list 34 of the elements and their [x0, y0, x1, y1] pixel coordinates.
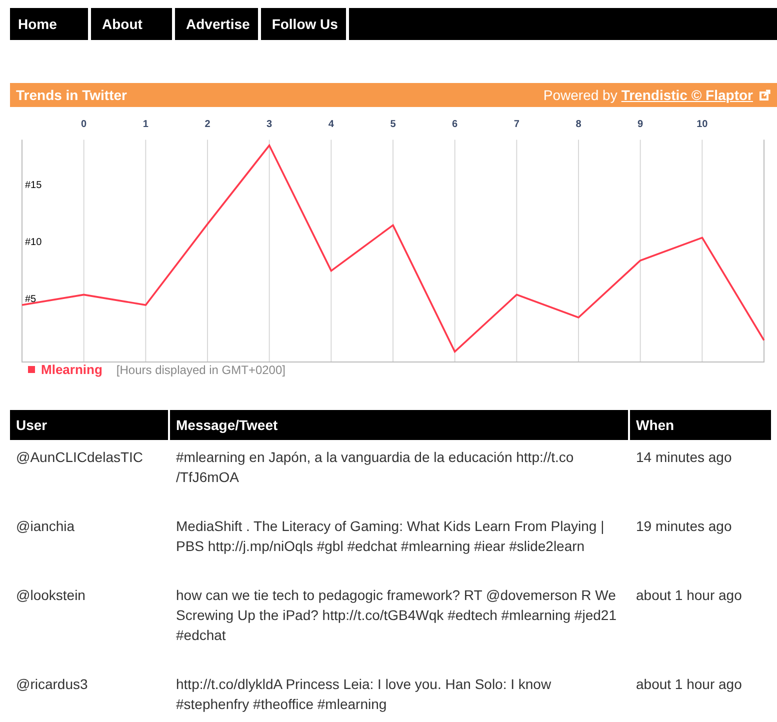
user-handle: @ianchia	[16, 518, 75, 534]
x-tick-label: 5	[390, 119, 396, 130]
column-header: Message/Tweet	[170, 410, 628, 440]
tweet-time: about 1 hour ago	[636, 676, 742, 692]
tweet-time: 19 minutes ago	[636, 518, 732, 534]
x-tick-label: 4	[328, 119, 334, 130]
x-tick-label: 10	[696, 119, 708, 130]
x-tick-label: 3	[266, 119, 272, 130]
user-handle: @AunCLICdelasTIC	[16, 449, 144, 465]
user-handle: @ricardus3	[16, 676, 88, 692]
user-handle: @lookstein	[16, 587, 86, 603]
tweet-text: http://t.co/dlykldA Princess Leia: I love you. Han Solo: I know #stephenfry #theoffice #mlearning	[176, 676, 552, 712]
x-tick-label: 2	[204, 119, 210, 130]
tweet-text: MediaShift . The Literacy of Gaming: What Kids Learn From Playing | PBS http://j.mp/niOqls #gbl #edchat #mlearning #iear #slide2learn	[176, 518, 604, 554]
y-tick-label: #5	[25, 294, 36, 305]
x-tick-label: 1	[142, 119, 148, 130]
y-tick-label: #10	[25, 236, 42, 248]
legend-label: Mlearning	[41, 362, 102, 377]
tweet-text: #mlearning en Japón, a la vanguardia de la educación http://t.co /TfJ6mOA	[176, 449, 574, 485]
x-tick-label: 8	[576, 119, 582, 130]
tweet-text: how can we tie tech to pedagogic framework? RT @dovemerson R We Screwing Up the iPad? http://t.co/tGB4Wqk #edtech #mlearning #jed21 #edchat	[176, 587, 616, 643]
powered-by-text: Powered by	[543, 87, 618, 103]
tweet-time: about 1 hour ago	[636, 587, 742, 603]
x-tick-label: 6	[452, 119, 458, 130]
column-header: User	[10, 410, 168, 440]
timezone-note: [Hours displayed in GMT+0200]	[116, 362, 286, 376]
column-header: When	[630, 410, 771, 440]
tweet-time: 14 minutes ago	[636, 449, 732, 465]
x-tick-label: 0	[81, 119, 87, 130]
trends-title: Trends in Twitter	[16, 87, 128, 103]
y-tick-label: #15	[25, 180, 42, 191]
external-link-icon	[759, 89, 771, 101]
x-tick-label: 9	[638, 119, 644, 130]
x-tick-label: 7	[514, 119, 520, 130]
